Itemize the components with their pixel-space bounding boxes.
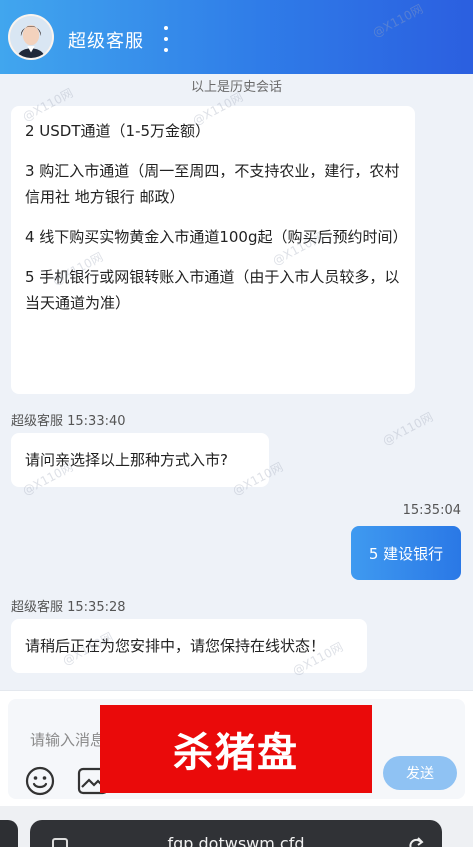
chat-area[interactable]: 以上是历史会话 2 USDT通道（1-5万金额） 3 购汇入市通道（周一至周四，… bbox=[0, 74, 473, 686]
user-message: 5 建设银行 bbox=[351, 526, 461, 580]
chat-header: 超级客服 bbox=[0, 0, 473, 74]
message-meta: 超级客服 15:33:40 bbox=[11, 414, 126, 429]
option-item: 3 购汇入市通道（周一至周四，不支持农业，建行，农村信用社 地方银行 邮政） bbox=[25, 162, 400, 206]
message-time: 15:35:04 bbox=[402, 503, 461, 518]
option-item: 5 手机银行或网银转账入市通道（由于入市人员较多，以当天通道为准） bbox=[25, 268, 400, 312]
send-button[interactable]: 发送 bbox=[383, 756, 457, 790]
history-note: 以上是历史会话 bbox=[190, 80, 282, 95]
url-text: fqp.dotwswm.cfd bbox=[167, 834, 305, 847]
reload-icon[interactable] bbox=[406, 836, 426, 847]
emoji-icon[interactable] bbox=[24, 765, 56, 797]
browser-toolbar: fqp.dotwswm.cfd bbox=[0, 806, 473, 847]
address-bar[interactable]: fqp.dotwswm.cfd bbox=[30, 820, 442, 847]
agent-message-options: 2 USDT通道（1-5万金额） 3 购汇入市通道（周一至周四，不支持农业，建行… bbox=[11, 106, 415, 394]
option-item: 4 线下购买实物黄金入市通道100g起（购买后预约时间） bbox=[25, 228, 408, 246]
avatar-image bbox=[10, 16, 52, 58]
previous-tab[interactable] bbox=[0, 820, 18, 847]
agent-message-question: 请问亲选择以上那种方式入市? bbox=[11, 433, 269, 487]
agent-message-reply: 请稍后正在为您安排中，请您保持在线状态！ bbox=[11, 619, 367, 673]
message-input[interactable]: 请输入消息 bbox=[30, 729, 105, 750]
message-meta: 超级客服 15:35:28 bbox=[11, 600, 126, 615]
warning-overlay-label: 杀猪盘 bbox=[100, 705, 372, 793]
more-options-icon[interactable] bbox=[160, 26, 172, 52]
page-title: 超级客服 bbox=[68, 31, 144, 52]
agent-avatar[interactable] bbox=[8, 14, 54, 60]
option-item: 2 USDT通道（1-5万金额） bbox=[25, 122, 211, 140]
